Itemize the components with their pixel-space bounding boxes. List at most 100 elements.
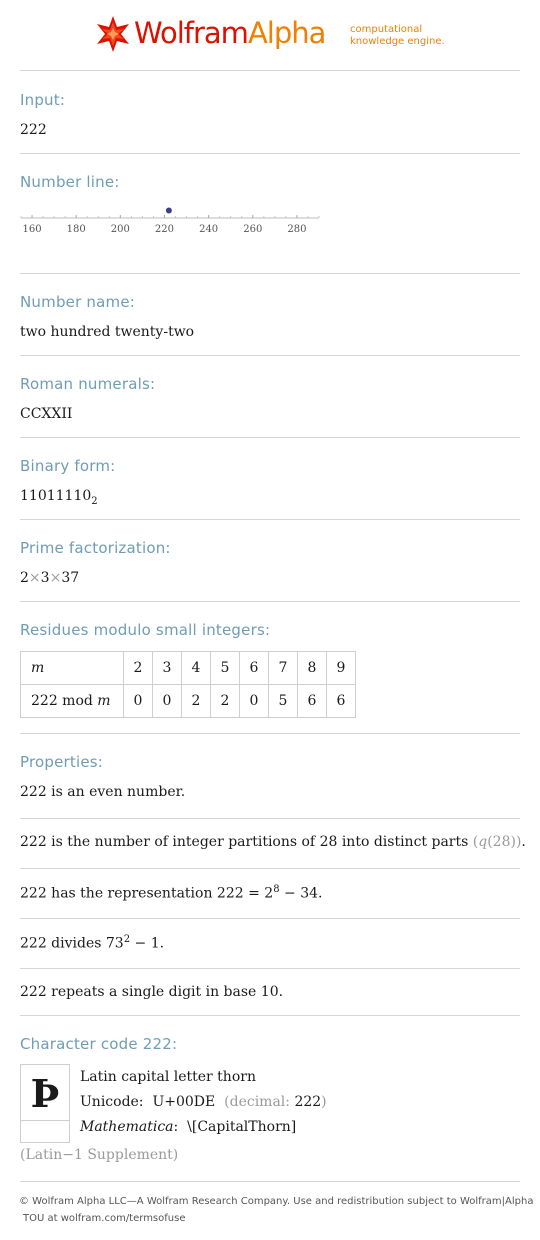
decimal-close: ) xyxy=(321,1094,327,1110)
residue-cell: 2 xyxy=(210,684,240,718)
residue-header-var: m xyxy=(97,693,111,709)
tagline-line-1: computational xyxy=(350,24,423,35)
number-line-label: Number line: xyxy=(20,173,120,191)
tick-label: 200 xyxy=(111,224,130,235)
property-item: 222 repeats a single digit in base 10. xyxy=(20,984,284,1000)
roman-numerals-value: CCXXII xyxy=(20,406,73,422)
spikey-star-icon xyxy=(97,16,129,52)
character-mathematica: Mathematica: \[CapitalThorn] xyxy=(80,1119,296,1135)
mathematica-label: Mathematica xyxy=(80,1119,174,1135)
character-glyph: Þ xyxy=(30,1071,60,1116)
number-name-label: Number name: xyxy=(20,293,136,311)
residue-cell: 2 xyxy=(181,684,211,718)
footer: © Wolfram Alpha LLC—A Wolfram Research C… xyxy=(19,1193,535,1227)
mathematica-colon: : xyxy=(173,1119,179,1135)
property-item: 222 has the representation 222 = 28 − 34… xyxy=(20,884,322,902)
residue-cell: 0 xyxy=(239,684,269,718)
modulus-cell: 5 xyxy=(210,651,240,685)
property-item: 222 is an even number. xyxy=(20,784,186,800)
residue-header: 222 mod m xyxy=(20,684,124,718)
divider xyxy=(20,1181,520,1182)
property-end: − 34. xyxy=(279,885,323,902)
character-unicode: Unicode: U+00DE (decimal: 222) xyxy=(80,1094,327,1110)
table-row: m 2 3 4 5 6 7 8 9 xyxy=(20,651,356,685)
logo-wolfram: Wolfram xyxy=(134,16,249,50)
unicode-value: U+00DE xyxy=(152,1094,216,1110)
input-value[interactable]: 222 xyxy=(20,122,47,138)
number-line-chart[interactable]: 160 180 200 220 240 260 280 xyxy=(20,198,320,238)
residues-label: Residues modulo small integers: xyxy=(20,621,271,639)
property-text: 222 is the number of integer partitions … xyxy=(20,834,469,850)
factor: 3 xyxy=(40,570,50,586)
footer-line-2[interactable]: TOU at wolfram.com/termsofuse xyxy=(23,1210,535,1227)
residue-cell: 6 xyxy=(326,684,356,718)
footer-line-1: © Wolfram Alpha LLC—A Wolfram Research C… xyxy=(19,1196,534,1207)
divider xyxy=(20,273,520,274)
tagline: computational knowledge engine. xyxy=(350,24,445,48)
divider xyxy=(20,918,520,919)
glyph-baseline xyxy=(21,1120,69,1121)
character-glyph-box: Þ xyxy=(20,1064,70,1143)
tick-label: 180 xyxy=(67,224,86,235)
table-row: 222 mod m 0 0 2 2 0 5 6 6 xyxy=(20,684,356,718)
property-end: . xyxy=(521,834,526,850)
number-name-value: two hundred twenty-two xyxy=(20,324,195,340)
binary-form-label: Binary form: xyxy=(20,457,116,475)
note-q: q xyxy=(478,834,488,850)
modulus-cell: 8 xyxy=(297,651,327,685)
factor: 37 xyxy=(61,570,80,586)
logo-alpha: Alpha xyxy=(247,16,326,50)
divider xyxy=(20,153,520,154)
prime-factorization-value: 2×3×37 xyxy=(20,570,79,586)
property-item: 222 divides 732 − 1. xyxy=(20,934,164,952)
divider xyxy=(20,818,520,819)
tick-label: 260 xyxy=(243,224,262,235)
tick-label: 240 xyxy=(199,224,218,235)
prime-factorization-label: Prime factorization: xyxy=(20,539,171,557)
property-note: (q(28)) xyxy=(473,834,522,850)
property-text: 222 divides 73 xyxy=(20,935,124,952)
roman-numerals-label: Roman numerals: xyxy=(20,375,156,393)
binary-digits: 11011110 xyxy=(20,488,92,504)
divider xyxy=(20,868,520,869)
modulus-cell: 7 xyxy=(268,651,298,685)
character-code-label: Character code 222: xyxy=(20,1035,178,1053)
modulus-cell: 6 xyxy=(239,651,269,685)
binary-form-value: 110111102 xyxy=(20,488,98,507)
residue-header-text: 222 mod xyxy=(31,693,93,709)
modulus-cell: 3 xyxy=(152,651,182,685)
tick-label: 220 xyxy=(155,224,174,235)
property-text: 222 has the representation 222 = 2 xyxy=(20,885,274,902)
divider xyxy=(20,1015,520,1016)
residue-cell: 6 xyxy=(297,684,327,718)
input-label: Input: xyxy=(20,91,66,109)
logo-text: WolframAlpha xyxy=(134,16,326,50)
binary-base: 2 xyxy=(91,495,98,507)
residues-table: m 2 3 4 5 6 7 8 9 222 mod m 0 0 2 2 0 5 … xyxy=(20,651,356,718)
modulus-cell: 9 xyxy=(326,651,356,685)
modulus-header: m xyxy=(20,651,124,685)
divider xyxy=(20,70,520,71)
residue-cell: 0 xyxy=(152,684,182,718)
modulus-cell: 2 xyxy=(123,651,153,685)
divider xyxy=(20,355,520,356)
divider xyxy=(20,733,520,734)
residue-cell: 0 xyxy=(123,684,153,718)
properties-label: Properties: xyxy=(20,753,104,771)
tick-label: 160 xyxy=(22,224,41,235)
character-name: Latin capital letter thorn xyxy=(80,1069,256,1085)
decimal-value: 222 xyxy=(294,1094,322,1110)
note-rest: (28)) xyxy=(487,834,522,850)
wolfram-alpha-logo[interactable]: WolframAlpha computational knowledge eng… xyxy=(94,12,454,58)
tick-label: 280 xyxy=(287,224,306,235)
decimal-open: (decimal: xyxy=(224,1094,290,1110)
tagline-line-2: knowledge engine. xyxy=(350,36,445,47)
property-end: − 1. xyxy=(130,935,165,952)
number-line-point xyxy=(165,207,172,214)
mathematica-value: \[CapitalThorn] xyxy=(187,1119,297,1135)
divider xyxy=(20,968,520,969)
property-item: 222 is the number of integer partitions … xyxy=(20,834,526,850)
times-sign: × xyxy=(49,570,62,586)
divider xyxy=(20,437,520,438)
factor: 2 xyxy=(20,570,29,586)
